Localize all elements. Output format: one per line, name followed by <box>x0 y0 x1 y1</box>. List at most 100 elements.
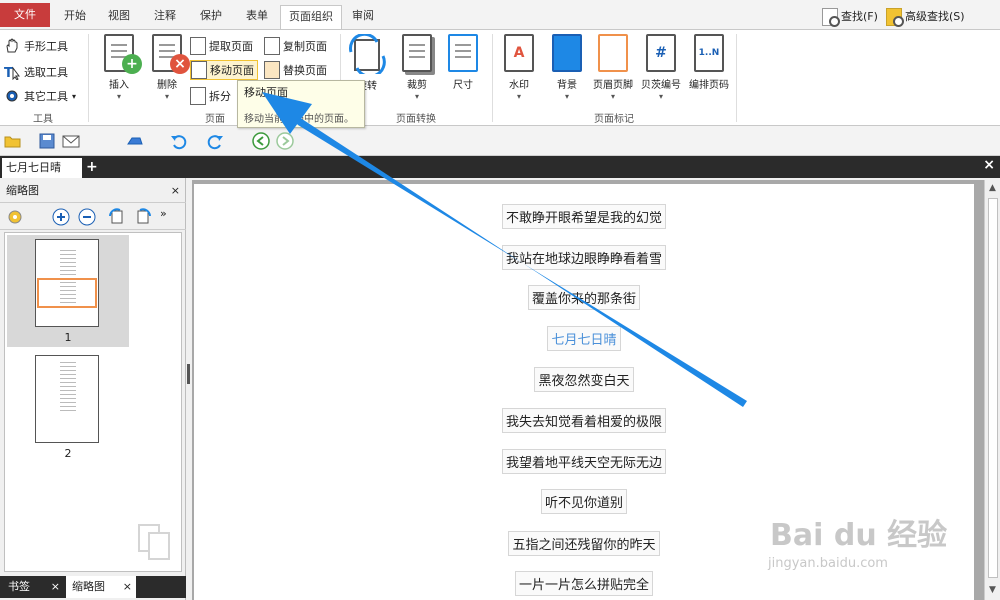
watermark-button[interactable]: A 水印 ▾ <box>494 34 544 101</box>
page-thumbnail-image <box>35 355 99 443</box>
document-text-line: 我失去知觉看着相爱的极限 <box>194 408 974 433</box>
more-options-icon[interactable]: » <box>160 207 167 220</box>
tab-form[interactable]: 表单 <box>238 5 276 29</box>
next-view-icon[interactable] <box>276 132 294 150</box>
tab-organize[interactable]: 页面组织 <box>280 5 342 29</box>
thumbnail-panel: 缩略图 × » 1 2 书签 × 缩略图 × <box>0 178 186 600</box>
previous-view-icon[interactable] <box>252 132 270 150</box>
rotate-left-icon[interactable] <box>108 208 126 226</box>
extract-page-icon <box>190 37 206 55</box>
split-icon <box>190 87 206 105</box>
separator <box>736 34 737 122</box>
delete-label: 删除 <box>157 80 177 91</box>
thumbnail-number: 1 <box>64 331 72 344</box>
panel-header: 缩略图 × <box>0 182 186 200</box>
scroll-down-icon[interactable]: ▼ <box>985 582 1000 598</box>
chevron-down-icon: ▾ <box>610 92 615 101</box>
document-text: 不敢睁开眼希望是我的幻觉 <box>501 204 666 229</box>
move-label: 移动页面 <box>210 64 254 77</box>
thumbnail-page[interactable]: 2 <box>7 351 129 463</box>
thumbnail-page[interactable]: 1 <box>7 235 129 347</box>
undo-icon[interactable] <box>170 132 188 150</box>
find-button[interactable]: 查找(F) <box>822 6 878 28</box>
vertical-scrollbar[interactable]: ▲ ▼ <box>984 180 1000 600</box>
select-tool-button[interactable]: T 选取工具 <box>4 62 68 82</box>
chevron-down-icon: ▾ <box>414 92 419 101</box>
rotate-right-icon[interactable] <box>134 208 152 226</box>
document-text-line: 黑夜忽然变白天 <box>194 367 974 392</box>
find-label: 查找(F) <box>841 10 878 23</box>
extract-page-button[interactable]: 提取页面 <box>190 36 253 56</box>
document-text-line: 覆盖你来的那条街 <box>194 285 974 310</box>
close-icon[interactable]: × <box>123 576 132 598</box>
document-text: 五指之间还残留你的昨天 <box>508 531 660 556</box>
extract-label: 提取页面 <box>209 40 253 53</box>
scroll-up-icon[interactable]: ▲ <box>985 180 1000 196</box>
document-tab[interactable]: 七月七日晴 <box>2 158 82 178</box>
settings-icon[interactable] <box>6 208 24 226</box>
thumbnail-list: 1 2 <box>4 232 182 572</box>
background-button[interactable]: 背景 ▾ <box>542 34 592 101</box>
close-document-button[interactable]: × <box>983 157 995 173</box>
move-page-tooltip: 移动页面 移动当前文档中的页面。 <box>237 80 365 128</box>
email-icon[interactable] <box>62 132 80 150</box>
zoom-in-icon[interactable] <box>52 208 70 226</box>
page-numbering-button[interactable]: 1..N 编排页码 <box>684 34 734 91</box>
chevron-down-icon: ▾ <box>516 92 521 101</box>
advanced-find-label: 高级查找(S) <box>905 10 965 23</box>
insert-page-button[interactable]: + 插入 ▾ <box>94 34 144 101</box>
tab-review[interactable]: 审阅 <box>344 5 382 29</box>
tab-view[interactable]: 视图 <box>100 5 138 29</box>
replace-page-button[interactable]: 替换页面 <box>264 60 327 80</box>
zoom-out-icon[interactable] <box>78 208 96 226</box>
hand-tool-button[interactable]: 手形工具 <box>4 36 68 56</box>
size-button[interactable]: 尺寸 <box>438 34 488 91</box>
thumbnails-tab-label: 缩略图 <box>72 580 105 593</box>
size-label: 尺寸 <box>453 80 473 91</box>
watermark-icon: A <box>504 34 534 72</box>
document-tab-bar: 七月七日晴 + × <box>0 156 1000 178</box>
bookmarks-tab[interactable]: 书签 × <box>2 576 64 598</box>
tooltip-description: 移动当前文档中的页面。 <box>244 114 354 125</box>
tab-home[interactable]: 开始 <box>56 5 94 29</box>
scanner-icon[interactable] <box>126 132 144 150</box>
chevron-down-icon: ▾ <box>72 91 77 101</box>
document-text: 覆盖你来的那条街 <box>527 285 640 310</box>
save-icon[interactable] <box>38 132 56 150</box>
file-menu[interactable]: 文件 <box>0 3 50 27</box>
document-text-line: 七月七日晴 <box>194 326 974 351</box>
open-folder-icon[interactable] <box>4 132 22 150</box>
marks-group-label: 页面标记 <box>594 114 634 125</box>
redo-icon[interactable] <box>206 132 224 150</box>
rotate-icon <box>349 32 386 78</box>
header-footer-button[interactable]: 页眉页脚 ▾ <box>588 34 638 101</box>
chevron-down-icon: ▾ <box>564 92 569 101</box>
split-button[interactable]: 拆分 <box>190 86 231 106</box>
panel-tabs: 书签 × 缩略图 × <box>0 576 186 598</box>
panel-close-button[interactable]: × <box>171 182 180 200</box>
document-text: 听不见你道别 <box>540 489 627 514</box>
tab-protect[interactable]: 保护 <box>192 5 230 29</box>
select-tool-label: 选取工具 <box>24 66 68 79</box>
scrollbar-thumb[interactable] <box>988 198 998 578</box>
viewport-frame[interactable] <box>37 278 97 308</box>
copy-page-button[interactable]: 复制页面 <box>264 36 327 56</box>
select-text-icon: T <box>4 66 20 80</box>
thumbnail-toolbar: » <box>0 202 186 230</box>
tab-comment[interactable]: 注释 <box>146 5 184 29</box>
delete-page-button[interactable]: × 删除 ▾ <box>142 34 192 101</box>
crop-button[interactable]: 裁剪 ▾ <box>392 34 442 101</box>
new-tab-button[interactable]: + <box>86 158 98 176</box>
background-label: 背景 <box>557 80 577 91</box>
bates-button[interactable]: # 贝茨编号 ▾ <box>636 34 686 101</box>
hand-tool-label: 手形工具 <box>24 40 68 53</box>
move-page-button[interactable]: 移动页面 <box>190 60 258 80</box>
document-text-line: 我望着地平线天空无际无边 <box>194 449 974 474</box>
other-tools-button[interactable]: 其它工具 ▾ <box>4 86 76 106</box>
advanced-find-button[interactable]: 高级查找(S) <box>886 6 965 28</box>
baidu-watermark: Bai du 经验 <box>770 518 948 553</box>
close-icon[interactable]: × <box>51 576 60 598</box>
watermark-url: jingyan.baidu.com <box>768 556 888 571</box>
thumbnails-tab[interactable]: 缩略图 × <box>66 576 136 598</box>
replace-label: 替换页面 <box>283 64 327 77</box>
